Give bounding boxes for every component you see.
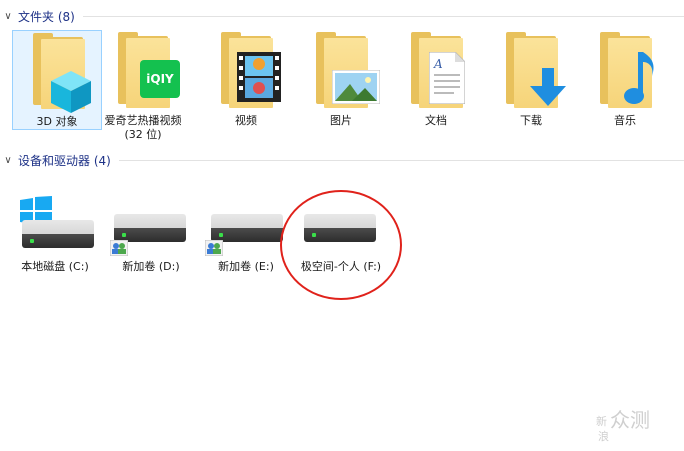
folders-group-header[interactable]: ∨ 文件夹 (8) <box>0 8 684 24</box>
chevron-down-icon[interactable]: ∨ <box>0 8 16 24</box>
hard-drive-icon <box>10 192 100 260</box>
folder-documents[interactable]: A 文档 <box>391 30 481 128</box>
drive-label: 新加卷 (D:) <box>122 260 180 273</box>
drive-c[interactable]: 本地磁盘 (C:) <box>10 192 100 274</box>
iqiyi-logo-text: iQIY <box>146 72 174 86</box>
folder-icon: A <box>391 30 481 114</box>
devices-group-header[interactable]: ∨ 设备和驱动器 (4) <box>0 152 684 168</box>
landscape-picture-icon <box>332 70 380 104</box>
folder-icon <box>296 30 386 114</box>
group-divider <box>82 15 684 17</box>
folder-3d-objects[interactable]: 3D 对象 <box>12 30 102 130</box>
annotation-circle <box>280 190 402 300</box>
drive-d[interactable]: 新加卷 (D:) <box>106 192 196 274</box>
folders-group-title: 文件夹 (8) <box>18 9 75 24</box>
iqiyi-icon: iQIY <box>140 60 180 98</box>
folder-label: 爱奇艺热播视频 <box>104 114 182 127</box>
folder-label-sub: (32 位) <box>124 128 162 141</box>
hard-drive-icon <box>106 192 196 260</box>
folder-icon <box>201 30 291 114</box>
folder-iqiyi[interactable]: iQIY 爱奇艺热播视频 (32 位) <box>98 30 188 142</box>
folder-icon <box>580 30 670 114</box>
svg-text:A: A <box>433 57 443 71</box>
music-note-icon <box>624 52 654 104</box>
folder-label: 图片 <box>330 114 352 127</box>
folder-videos[interactable]: 视频 <box>201 30 291 128</box>
folder-label: 音乐 <box>614 114 636 127</box>
folder-label: 文档 <box>425 114 447 127</box>
devices-group-title: 设备和驱动器 (4) <box>18 153 111 168</box>
group-divider <box>118 159 684 161</box>
folder-downloads[interactable]: 下载 <box>486 30 576 128</box>
watermark-small-top: 新 <box>596 415 607 428</box>
drive-label: 本地磁盘 (C:) <box>21 260 89 273</box>
drive-e[interactable]: 新加卷 (E:) <box>201 192 291 274</box>
folder-icon <box>486 30 576 114</box>
hard-drive-icon <box>201 192 291 260</box>
folder-icon: iQIY <box>98 30 188 114</box>
folder-label: 3D 对象 <box>36 115 78 128</box>
watermark-big: 众测 <box>610 408 650 432</box>
shared-users-icon <box>205 240 223 256</box>
folder-pictures[interactable]: 图片 <box>296 30 386 128</box>
download-arrow-icon <box>530 68 566 106</box>
folder-music[interactable]: 音乐 <box>580 30 670 128</box>
watermark-small-bottom: 浪 <box>598 430 609 443</box>
chevron-down-icon[interactable]: ∨ <box>0 152 16 168</box>
folder-icon <box>13 31 101 115</box>
folder-label: 视频 <box>235 114 257 127</box>
3d-cube-icon <box>51 71 91 113</box>
document-icon: A <box>429 52 465 104</box>
folder-label: 下载 <box>520 114 542 127</box>
drive-label: 新加卷 (E:) <box>218 260 274 273</box>
shared-users-icon <box>110 240 128 256</box>
film-strip-icon <box>237 52 281 102</box>
